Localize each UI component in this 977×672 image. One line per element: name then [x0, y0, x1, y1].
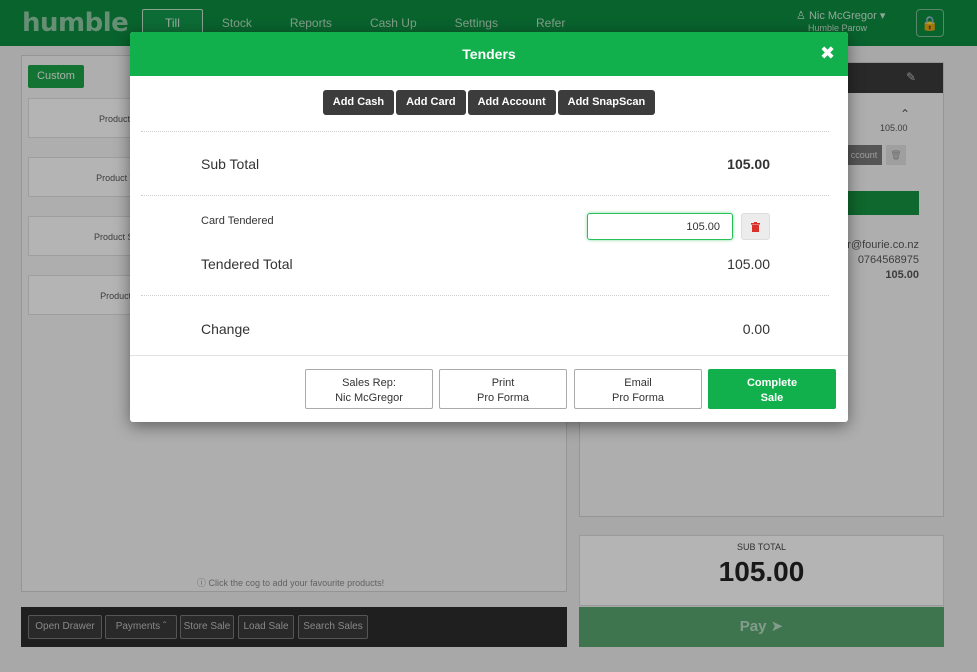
add-snapscan-button[interactable]: Add SnapScan	[557, 90, 656, 115]
trash-icon	[751, 221, 760, 232]
complete-sale-button[interactable]: Complete Sale	[708, 369, 836, 409]
card-tendered-label: Card Tendered	[201, 215, 274, 227]
delete-tender-button[interactable]	[741, 213, 770, 240]
add-account-button[interactable]: Add Account	[467, 90, 556, 115]
add-tender-buttons: Add Cash Add Card Add Account Add SnapSc…	[130, 90, 848, 115]
card-tendered-input[interactable]	[587, 213, 733, 240]
tendered-total-label: Tendered Total	[201, 256, 293, 272]
tendered-total-value: 105.00	[727, 256, 770, 272]
modal-header: Tenders ✖	[130, 32, 848, 76]
change-label: Change	[201, 321, 251, 337]
close-icon[interactable]: ✖	[820, 42, 835, 64]
divider	[141, 295, 829, 296]
email-pro-forma-button[interactable]: Email Pro Forma	[574, 369, 702, 409]
tenders-modal: Tenders ✖ Add Cash Add Card Add Account …	[130, 32, 848, 422]
sales-rep-button[interactable]: Sales Rep: Nic McGregor	[305, 369, 433, 409]
add-card-button[interactable]: Add Card	[396, 90, 466, 115]
change-value: 0.00	[742, 321, 770, 337]
divider	[141, 195, 829, 196]
add-cash-button[interactable]: Add Cash	[322, 90, 395, 115]
modal-title: Tenders	[462, 46, 516, 62]
sub-total-label: Sub Total	[201, 156, 260, 172]
print-pro-forma-button[interactable]: Print Pro Forma	[439, 369, 567, 409]
divider	[141, 131, 829, 132]
sub-total-value: 105.00	[727, 156, 770, 172]
modal-footer-divider	[130, 355, 848, 356]
